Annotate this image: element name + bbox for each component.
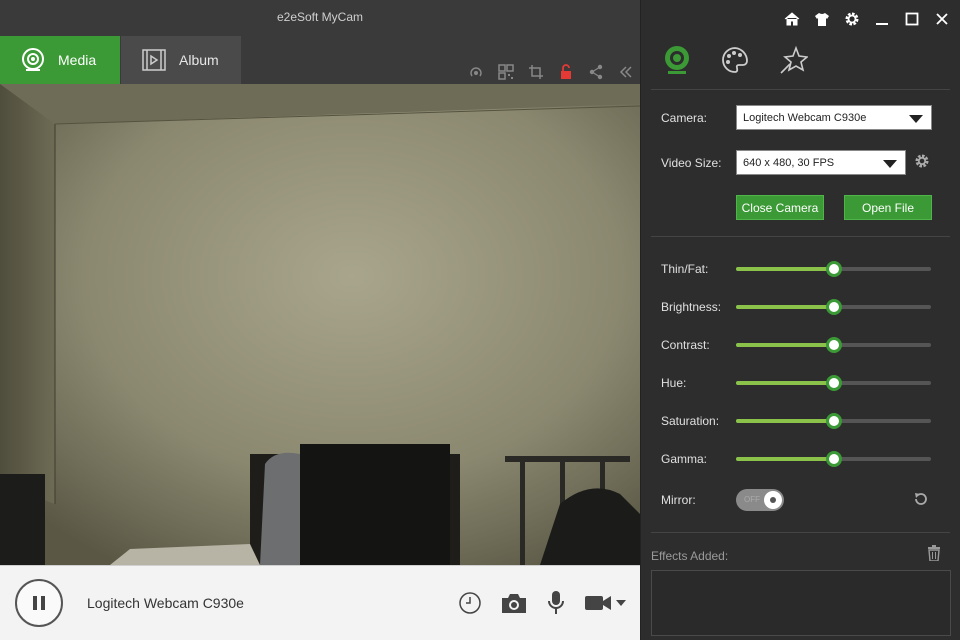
camera-select-value: Logitech Webcam C930e [743, 111, 867, 124]
tab-media[interactable]: Media [0, 36, 120, 84]
adjustment-slider[interactable] [736, 413, 931, 429]
window-controls [782, 9, 952, 29]
video-size-label: Video Size: [661, 156, 722, 170]
capture-controls [458, 588, 626, 618]
tab-album-label: Album [179, 52, 219, 68]
divider [651, 89, 950, 90]
adjustment-label: Gamma: [661, 452, 708, 466]
adjustment-slider[interactable] [736, 261, 931, 277]
main-area: e2eSoft MyCam Media Album Logitech Webca… [0, 0, 640, 640]
collapse-icon[interactable] [616, 62, 636, 82]
adjustment-slider[interactable] [736, 451, 931, 467]
maximize-icon[interactable] [902, 9, 922, 29]
adjustment-label: Hue: [661, 376, 687, 390]
timer-icon[interactable] [458, 588, 482, 618]
camera-preview [0, 84, 640, 565]
unlock-icon[interactable] [556, 62, 576, 82]
preview-toolbar [466, 62, 636, 82]
chevron-down-icon [909, 115, 923, 123]
pause-icon [33, 596, 45, 610]
webcam-icon[interactable] [661, 44, 693, 76]
slider-fill [736, 457, 834, 461]
video-size-select[interactable]: 640 x 480, 30 FPS [736, 150, 906, 175]
camera-feed-image [0, 84, 640, 565]
slider-handle[interactable] [825, 375, 842, 391]
adjustment-label: Thin/Fat: [661, 262, 709, 276]
close-camera-button[interactable]: Close Camera [736, 195, 824, 220]
slider-fill [736, 343, 834, 347]
film-icon [141, 47, 167, 73]
trash-icon[interactable] [927, 545, 943, 563]
mirror-toggle[interactable]: OFF [736, 489, 784, 511]
home-icon[interactable] [782, 9, 802, 29]
settings-panel: Camera: Logitech Webcam C930e Video Size… [640, 0, 960, 640]
camera-label: Camera: [661, 111, 708, 125]
effects-list[interactable] [651, 570, 951, 636]
camera-select[interactable]: Logitech Webcam C930e [736, 105, 932, 130]
microphone-icon[interactable] [546, 588, 566, 618]
chevron-down-icon [883, 160, 897, 168]
app-window: e2eSoft MyCam Media Album Logitech Webca… [0, 0, 960, 640]
slider-handle[interactable] [825, 299, 842, 315]
reset-icon[interactable] [913, 491, 931, 509]
shirt-icon[interactable] [812, 9, 832, 29]
open-file-button[interactable]: Open File [844, 195, 932, 220]
close-icon[interactable] [932, 9, 952, 29]
toggle-knob [764, 491, 782, 509]
crop-icon[interactable] [526, 62, 546, 82]
slider-handle[interactable] [825, 413, 842, 429]
adjustment-slider[interactable] [736, 375, 931, 391]
video-camera-icon[interactable] [584, 588, 612, 618]
video-size-value: 640 x 480, 30 FPS [743, 156, 835, 169]
dropdown-arrow-icon[interactable] [616, 588, 626, 618]
slider-fill [736, 305, 834, 309]
slider-handle[interactable] [825, 451, 842, 467]
device-name: Logitech Webcam C930e [87, 595, 244, 611]
divider [651, 236, 950, 237]
slider-fill [736, 419, 834, 423]
video-settings-gear-icon[interactable] [914, 153, 932, 171]
minimize-icon[interactable] [872, 9, 892, 29]
palette-icon[interactable] [719, 44, 751, 76]
pause-button[interactable] [15, 579, 63, 627]
stars-icon[interactable] [777, 44, 809, 76]
webcam-icon [20, 47, 46, 73]
slider-handle[interactable] [825, 337, 842, 353]
status-bar: Logitech Webcam C930e [0, 565, 640, 640]
adjustment-slider[interactable] [736, 299, 931, 315]
effects-label: Effects Added: [651, 549, 729, 563]
divider [651, 532, 950, 533]
window-title: e2eSoft MyCam [276, 10, 364, 24]
tab-album[interactable]: Album [121, 36, 241, 84]
share-icon[interactable] [586, 62, 606, 82]
panel-tabs [661, 44, 809, 76]
adjustment-label: Brightness: [661, 300, 722, 314]
slider-fill [736, 267, 834, 271]
adjustment-label: Contrast: [661, 338, 710, 352]
tab-media-label: Media [58, 52, 97, 68]
adjustment-slider[interactable] [736, 337, 931, 353]
broadcast-icon[interactable] [466, 62, 486, 82]
adjustment-label: Saturation: [661, 414, 720, 428]
gear-icon[interactable] [842, 9, 862, 29]
qr-code-icon[interactable] [496, 62, 516, 82]
title-bar: e2eSoft MyCam [0, 0, 640, 36]
slider-fill [736, 381, 834, 385]
camera-icon[interactable] [500, 588, 528, 618]
slider-handle[interactable] [825, 261, 842, 277]
mirror-label: Mirror: [661, 493, 696, 507]
